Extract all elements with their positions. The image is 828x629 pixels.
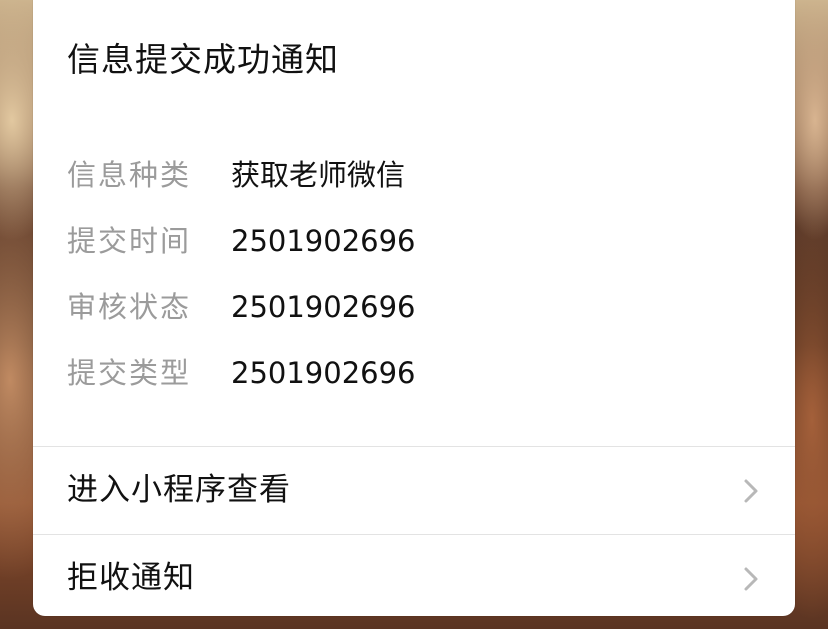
field-value: 获取老师微信 xyxy=(231,158,406,192)
field-value: 2501902696 xyxy=(231,290,416,324)
field-row-submit-type: 提交类型 2501902696 xyxy=(67,351,767,395)
field-row-submit-time: 提交时间 2501902696 xyxy=(67,219,767,263)
reject-notice-button[interactable]: 拒收通知 xyxy=(33,535,795,622)
field-row-review-status: 审核状态 2501902696 xyxy=(67,285,767,329)
reject-notice-label: 拒收通知 xyxy=(67,560,195,596)
field-value: 2501902696 xyxy=(231,356,416,390)
field-label: 审核状态 xyxy=(67,290,192,324)
chevron-right-icon xyxy=(744,479,758,503)
field-label: 提交类型 xyxy=(67,356,192,390)
field-label: 提交时间 xyxy=(67,224,192,258)
open-miniprogram-button[interactable]: 进入小程序查看 xyxy=(33,447,795,534)
field-row-info-type: 信息种类 获取老师微信 xyxy=(67,153,767,197)
open-miniprogram-label: 进入小程序查看 xyxy=(67,472,291,508)
notification-card: 信息提交成功通知 信息种类 获取老师微信 提交时间 2501902696 审核状… xyxy=(33,0,795,616)
card-title: 信息提交成功通知 xyxy=(67,40,339,79)
field-value: 2501902696 xyxy=(231,224,416,258)
chevron-right-icon xyxy=(744,567,758,591)
field-label: 信息种类 xyxy=(67,158,192,192)
